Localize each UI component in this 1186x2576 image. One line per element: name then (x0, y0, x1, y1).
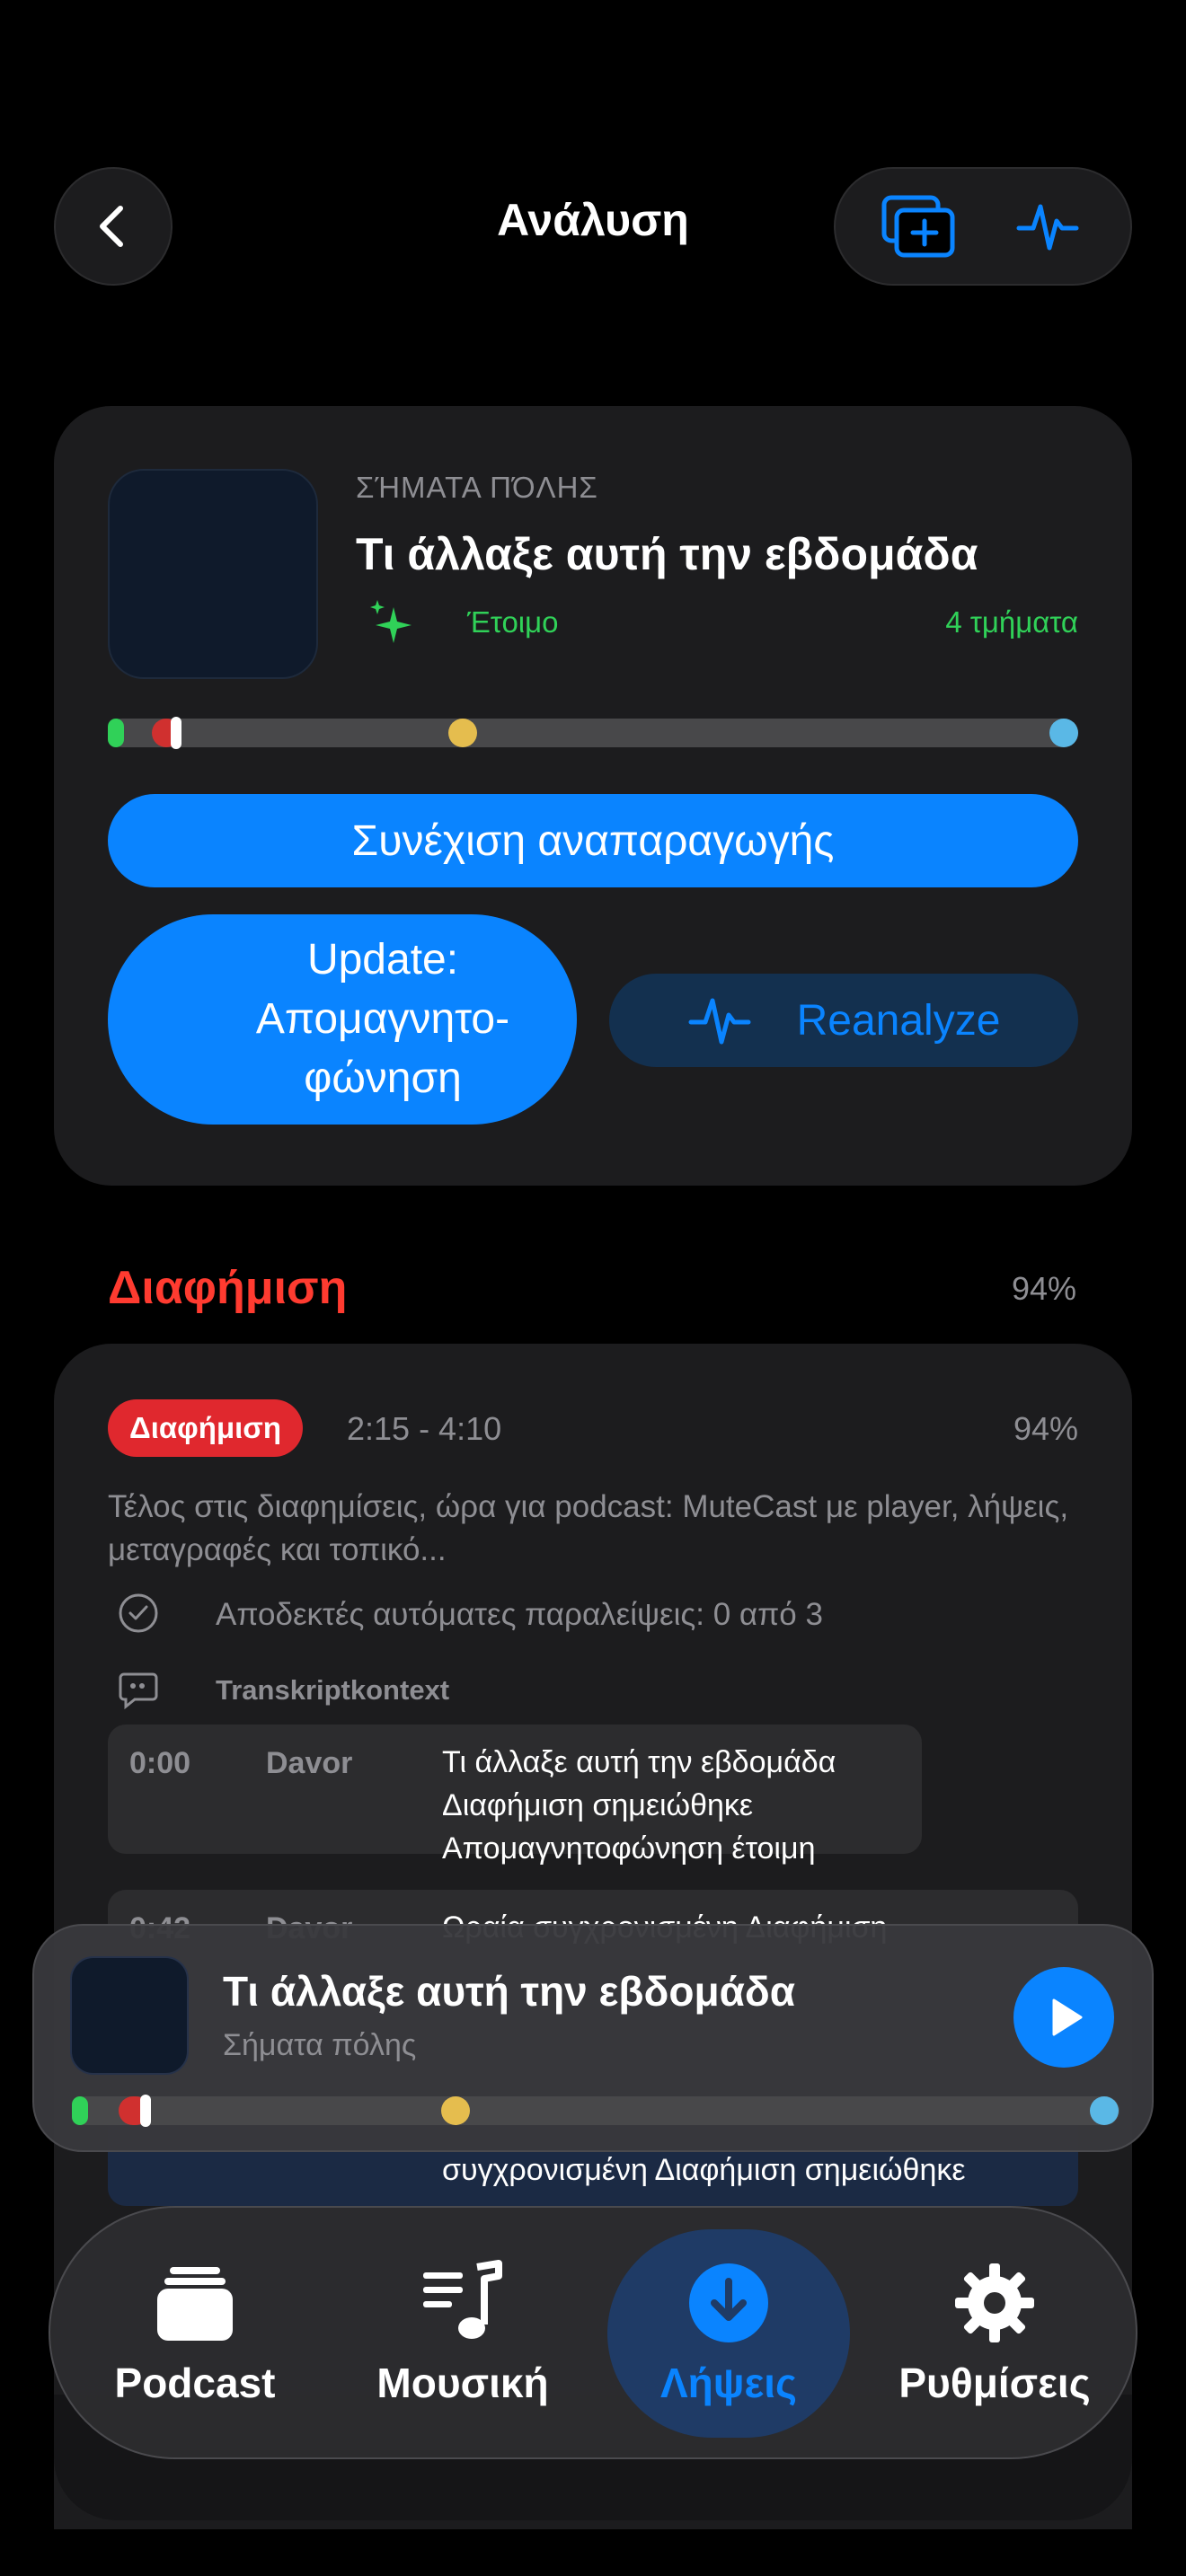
waveform-icon (1016, 204, 1079, 251)
transcript-line: Διαφήμιση σημειώθηκε (442, 1788, 754, 1822)
header-actions (834, 167, 1132, 286)
playhead-marker[interactable] (170, 717, 181, 749)
timeline-segment-green[interactable] (108, 719, 124, 747)
update-label-line3: φώνηση (304, 1054, 462, 1102)
gear-icon (955, 2263, 1034, 2342)
tab-label: Λήψεις (660, 2360, 797, 2406)
tab-downloads[interactable]: Λήψεις (607, 2229, 850, 2438)
tab-label: Podcast (114, 2360, 276, 2406)
ready-status: Έτοιμο (467, 605, 559, 639)
timeline-segment-yellow[interactable] (448, 719, 478, 747)
timeline-segment-green[interactable] (72, 2096, 88, 2125)
tab-label: Ρυθμίσεις (898, 2360, 1091, 2406)
update-label-line1: Update: (306, 936, 459, 984)
reanalyze-label: Reanalyze (796, 996, 1001, 1045)
timeline-segment-yellow[interactable] (440, 2096, 470, 2125)
section-confidence: 94% (1011, 1270, 1076, 1307)
section-title: Διαφήμιση (108, 1262, 348, 1314)
download-icon (689, 2263, 768, 2342)
episode-artwork (108, 469, 318, 679)
transcript-text: Τι άλλαξε αυτή την εβδομάδα Διαφήμιση ση… (442, 1741, 1053, 1870)
play-icon (1052, 1998, 1083, 2036)
waveform-button[interactable] (998, 177, 1097, 276)
mini-player-title: Τι άλλαξε αυτή την εβδομάδα (223, 1968, 796, 2015)
segment-confidence: 94% (1013, 1410, 1078, 1447)
episode-card: ΣΉΜΑΤΑ ΠΌΛΗΣ Τι άλλαξε αυτή την εβδομάδα… (54, 406, 1132, 1186)
segment-description: Τέλος στις διαφημίσεις, ώρα για podcast:… (108, 1489, 1069, 1567)
transcript-speaker: Davor (266, 1746, 353, 1780)
transcript-context-title: Transkriptkontext (216, 1674, 450, 1706)
auto-skips-text: Αποδεκτές αυτόματες παραλείψεις: 0 από 3 (216, 1597, 823, 1632)
play-button[interactable] (1013, 1967, 1114, 2068)
music-list-icon (423, 2260, 502, 2339)
reanalyze-button[interactable]: Reanalyze (609, 974, 1078, 1067)
add-copy-icon (881, 195, 955, 258)
show-name: ΣΉΜΑΤΑ ΠΌΛΗΣ (356, 471, 598, 504)
resume-playback-button[interactable]: Συνέχιση αναπαραγωγής (108, 794, 1078, 887)
mini-player-subtitle: Σήματα πόλης (223, 2028, 417, 2062)
segment-time-range: 2:15 - 4:10 (347, 1410, 502, 1447)
waveform-icon (688, 998, 751, 1045)
mini-player-timeline[interactable] (72, 2095, 1120, 2127)
segment-badge: Διαφήμιση (108, 1399, 304, 1457)
stack-icon (157, 2267, 233, 2341)
tab-podcast[interactable]: Podcast (74, 2229, 316, 2438)
tab-settings[interactable]: Ρυθμίσεις (873, 2229, 1116, 2438)
sparkle-icon (370, 600, 412, 643)
episode-timeline[interactable] (108, 717, 1078, 749)
update-transcription-button[interactable]: Update: Απομαγνητο- φώνηση (108, 914, 577, 1125)
tab-label: Μουσική (376, 2360, 549, 2406)
checkmark-circle-icon (119, 1593, 158, 1633)
timeline-segment-blue[interactable] (1089, 2096, 1119, 2125)
transcript-line: συγχρονισμένη Διαφήμιση σημειώθηκε (442, 2153, 966, 2187)
transcript-line: Τι άλλαξε αυτή την εβδομάδα (442, 1745, 836, 1779)
timeline-segment-blue[interactable] (1049, 719, 1078, 747)
transcript-row[interactable]: 0:00 Davor Τι άλλαξε αυτή την εβδομάδα Δ… (108, 1725, 922, 1866)
transcript-line: Απομαγνητοφώνηση έτοιμη (442, 1831, 816, 1866)
update-label-line2: Απομαγνητο- (255, 995, 510, 1043)
mini-player[interactable]: Τι άλλαξε αυτή την εβδομάδα Σήματα πόλης (32, 1924, 1154, 2152)
episode-title: Τι άλλαξε αυτή την εβδομάδα (356, 529, 978, 579)
transcript-text: συγχρονισμένη Διαφήμιση σημειώθηκε (442, 2148, 1071, 2192)
segments-count: 4 τμήματα (945, 605, 1078, 639)
add-to-queue-button[interactable] (869, 177, 968, 276)
tab-music[interactable]: Μουσική (341, 2229, 584, 2438)
transcript-time: 0:00 (129, 1746, 191, 1780)
quote-bubble-icon (119, 1672, 158, 1710)
tab-bar: Podcast Μουσική Λήψεις Ρυθμίσεις (49, 2206, 1137, 2459)
playhead-marker[interactable] (139, 2095, 151, 2127)
mini-player-artwork (70, 1956, 189, 2075)
